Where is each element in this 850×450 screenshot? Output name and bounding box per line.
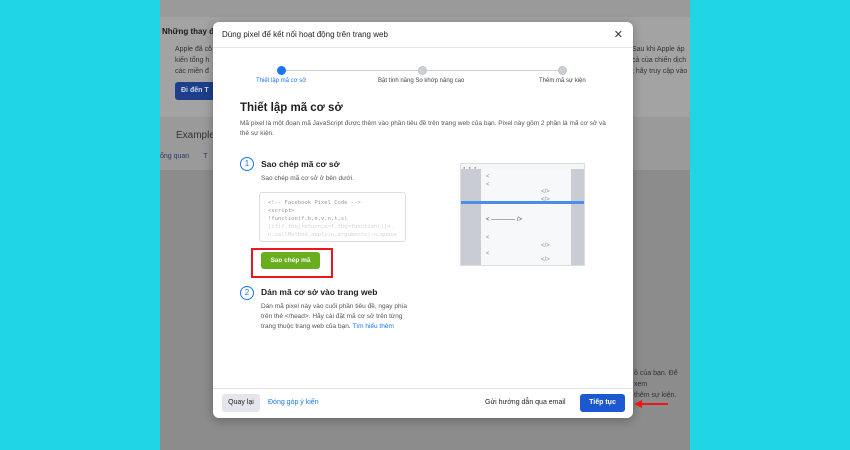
step-1-number: 1 xyxy=(240,157,254,171)
step-2-dot xyxy=(418,66,427,75)
step-1-text: Sao chép mã cơ sở ở bên dưới. xyxy=(261,175,354,182)
pixel-setup-dialog: Dùng pixel để kết nối hoạt động trên tra… xyxy=(213,22,633,418)
feedback-link[interactable]: Đóng góp ý kiến xyxy=(268,399,319,406)
step-2-number: 2 xyxy=(240,286,254,300)
right-cyan-panel xyxy=(690,0,850,450)
left-cyan-panel xyxy=(0,0,160,450)
back-button[interactable]: Quay lại xyxy=(222,394,260,412)
learn-more-link[interactable]: Tìm hiểu thêm xyxy=(352,323,394,330)
red-arrow-icon xyxy=(634,400,668,408)
code-illustration: ● ● ● < </> < </> < ———— /> < </> < </> xyxy=(460,163,585,266)
pixel-code-box[interactable]: <!-- Facebook Pixel Code --> <script> !f… xyxy=(259,192,406,242)
code-line: {if(f.fbq)return;n=f.fbq=function(){n. xyxy=(268,224,394,230)
illustration-line: < xyxy=(486,235,490,241)
continue-button[interactable]: Tiếp tục xyxy=(580,394,625,412)
code-line: n.callMethod.apply(n,arguments):n.queue xyxy=(268,232,398,238)
step-1-dot xyxy=(277,66,286,75)
background-notice-text-left: Apple đã cô kiến tổng h các miền đ xyxy=(175,46,212,75)
illustration-left-gutter xyxy=(461,169,481,265)
background-example-label: Example xyxy=(176,130,215,141)
code-line: !function(f,b,e,v,n,t,s) xyxy=(268,216,348,222)
email-instructions-link[interactable]: Gửi hướng dẫn qua email xyxy=(485,399,566,406)
code-line: <!-- Facebook Pixel Code --> xyxy=(268,200,361,206)
illustration-highlight-band xyxy=(461,201,584,204)
section-description: Mã pixel là một đoạn mã JavaScript được … xyxy=(240,120,606,137)
dialog-footer: Quay lại Đóng góp ý kiến Gửi hướng dẫn q… xyxy=(213,388,633,418)
illustration-line: < xyxy=(486,251,490,257)
background-bottom-text: ồ của bạn. Để xem thêm sự kiện. xyxy=(634,370,678,399)
step-2-text: Dán mã pixel này vào cuối phần tiêu đề, … xyxy=(261,303,407,330)
step-3-dot xyxy=(558,66,567,75)
illustration-code-area: < </> < </> < ———— /> < </> < </> xyxy=(481,169,571,265)
progress-stepper: Thiết lập mã cơ sở Bật tính năng So khớp… xyxy=(253,66,593,86)
step-3-label[interactable]: Thêm mã sự kiện xyxy=(539,78,586,84)
section-heading: Thiết lập mã cơ sở xyxy=(240,102,343,114)
illustration-line: < xyxy=(486,174,490,180)
illustration-selected-line: < ———— /> xyxy=(486,217,523,223)
dialog-header: Dùng pixel để kết nối hoạt động trên tra… xyxy=(213,22,633,48)
background-notice-title: Những thay đổ xyxy=(162,27,219,36)
step-2-title: Dán mã cơ sở vào trang web xyxy=(261,287,378,297)
close-icon[interactable]: ✕ xyxy=(614,28,623,41)
illustration-line: < xyxy=(486,182,490,188)
background-tab-overview[interactable]: ổng quan T xyxy=(160,153,207,160)
code-line: <script> xyxy=(268,208,295,214)
illustration-line: </> xyxy=(541,257,550,263)
illustration-line: </> xyxy=(541,189,550,195)
copy-code-button[interactable]: Sao chép mã xyxy=(261,252,320,269)
background-notice-text-right: Sau khi Apple áp cả của chiến dịch , hãy… xyxy=(632,46,688,75)
step-1-label[interactable]: Thiết lập mã cơ sở xyxy=(256,78,306,84)
step-1-title: Sao chép mã cơ sở xyxy=(261,159,340,169)
illustration-right-gutter xyxy=(571,169,584,265)
dialog-title: Dùng pixel để kết nối hoạt động trên tra… xyxy=(222,30,388,39)
illustration-line: </> xyxy=(541,243,550,249)
step-2-label[interactable]: Bật tính năng So khớp nâng cao xyxy=(378,78,464,84)
